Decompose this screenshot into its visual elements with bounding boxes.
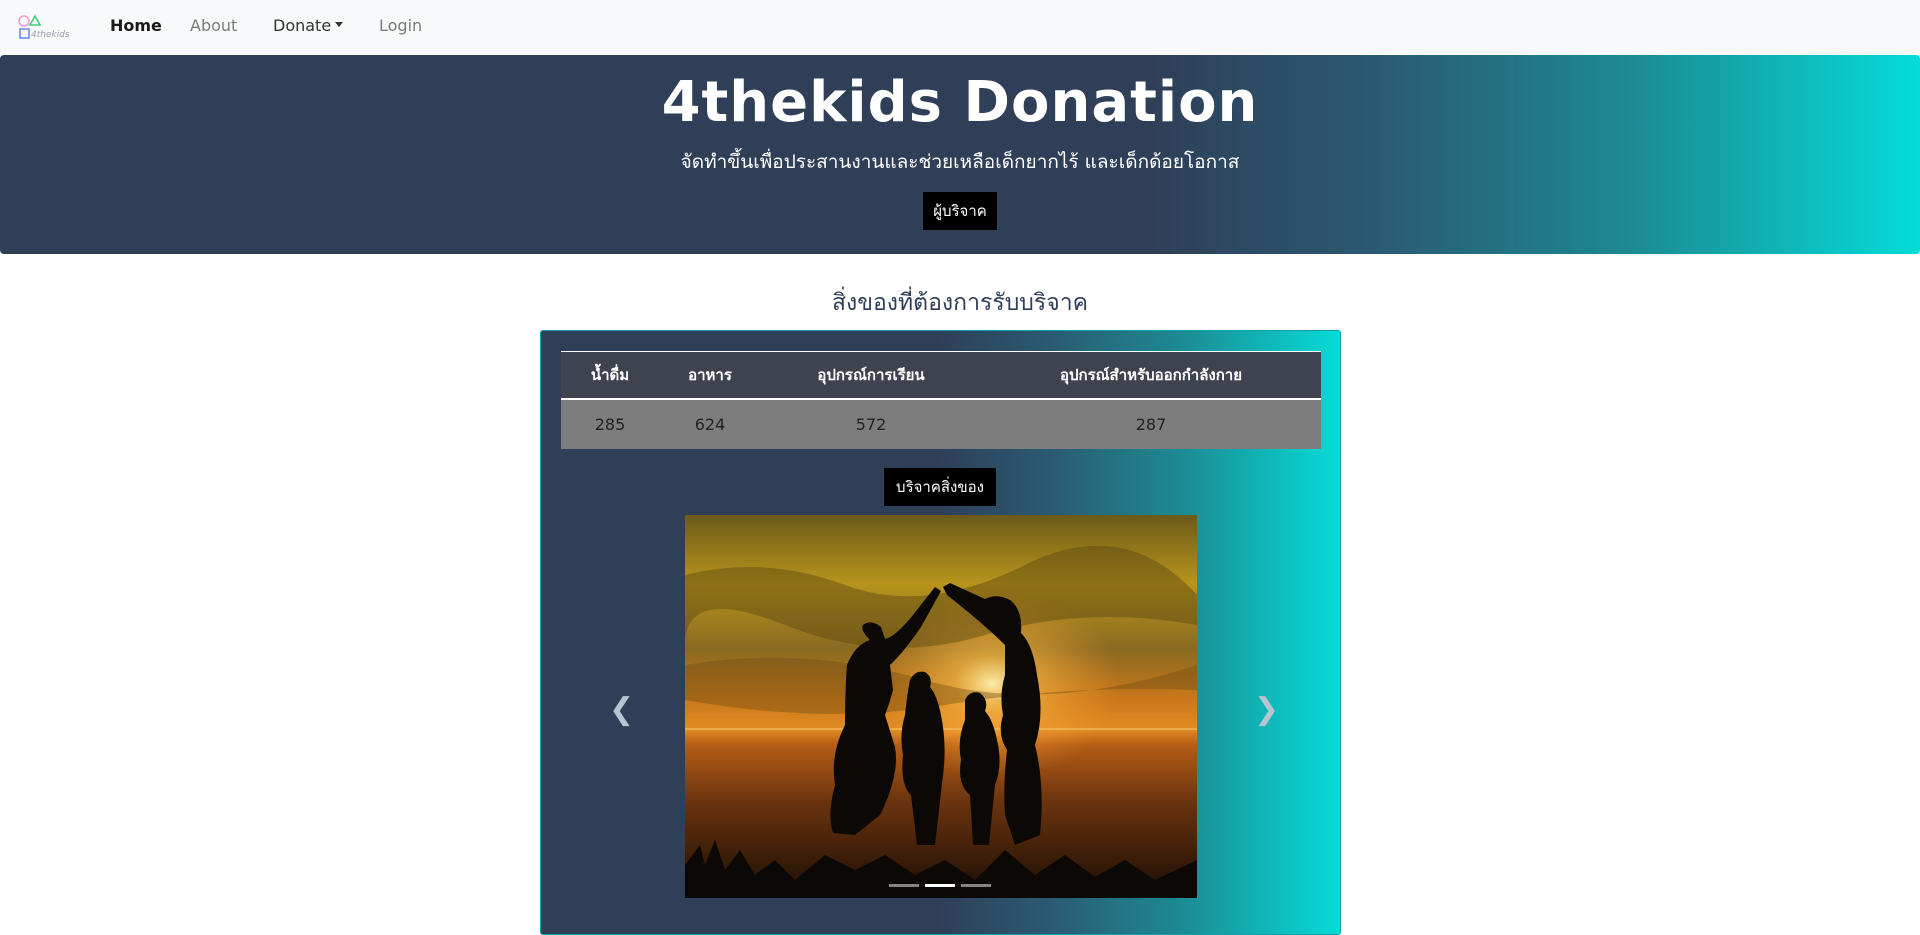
value-water: 285 — [594, 415, 626, 434]
donate-items-button[interactable]: บริจาคสิ่งของ — [884, 468, 996, 506]
nav-about[interactable]: About — [190, 16, 237, 35]
nav-donate-dropdown[interactable]: Donate — [273, 16, 344, 35]
section-title: สิ่งของที่ต้องการรับบริจาค — [831, 290, 1089, 316]
donation-card: น้ำดื่ม อาหาร อุปกรณ์การเรียน อุปกรณ์สำห… — [540, 330, 1341, 935]
header-water: น้ำดื่ม — [590, 366, 630, 384]
carousel-indicator-3[interactable] — [961, 884, 991, 887]
hero-title: 4thekids Donation — [661, 70, 1259, 135]
carousel-slide-image — [685, 515, 1197, 898]
header-exercise-equipment: อุปกรณ์สำหรับออกกำลังกาย — [1059, 366, 1243, 384]
header-food: อาหาร — [688, 366, 732, 384]
hero-subtitle: จัดทำขึ้นเพื่อประสานงานและช่วยเหลือเด็กย… — [680, 151, 1240, 173]
logo-4thekids[interactable]: 4thekids — [18, 14, 78, 42]
family-sunset-image — [685, 515, 1197, 898]
table-row: 285 624 572 287 — [561, 400, 1321, 449]
nav-donate-label: Donate — [273, 16, 332, 35]
value-food: 624 — [694, 415, 726, 434]
value-exercise-equipment: 287 — [1135, 415, 1167, 434]
value-school-supplies: 572 — [855, 415, 887, 434]
caret-down-icon — [335, 22, 344, 27]
carousel-prev-button[interactable]: ❮ — [609, 695, 634, 725]
donor-button[interactable]: ผู้บริจาค — [923, 192, 997, 230]
nav-login[interactable]: Login — [379, 16, 422, 35]
navbar: 4thekids Home About Donate Login — [0, 0, 1920, 54]
carousel-indicator-2[interactable] — [925, 884, 955, 887]
header-school-supplies: อุปกรณ์การเรียน — [817, 366, 925, 384]
carousel-indicators — [889, 884, 991, 887]
table-header: น้ำดื่ม อาหาร อุปกรณ์การเรียน อุปกรณ์สำห… — [561, 351, 1321, 400]
nav-home[interactable]: Home — [110, 16, 162, 35]
carousel-indicator-1[interactable] — [889, 884, 919, 887]
svg-text:4thekids: 4thekids — [31, 30, 70, 40]
carousel-next-button[interactable]: ❯ — [1254, 695, 1279, 725]
donation-table: น้ำดื่ม อาหาร อุปกรณ์การเรียน อุปกรณ์สำห… — [561, 351, 1321, 449]
